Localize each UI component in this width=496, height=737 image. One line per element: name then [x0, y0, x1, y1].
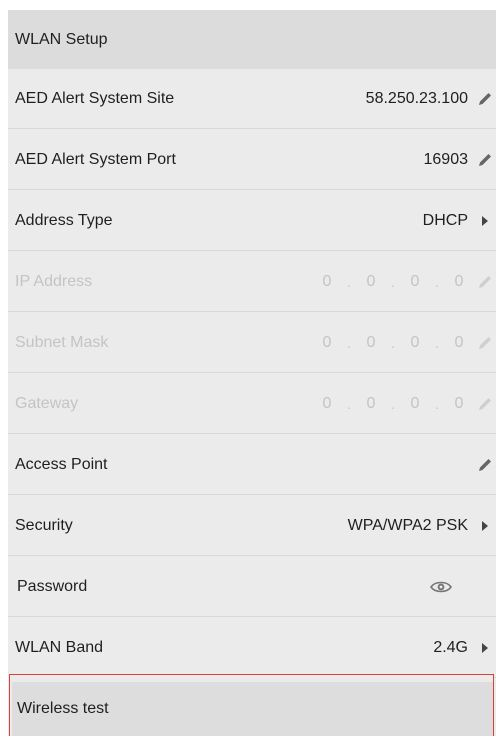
ip-octet: 0	[410, 272, 420, 290]
password-label: Password	[17, 577, 88, 595]
pencil-icon[interactable]	[477, 91, 493, 107]
ip-octet: 0	[454, 394, 464, 412]
row-wlan-band[interactable]: WLAN Band 2.4G	[8, 618, 496, 678]
row-access-point[interactable]: Access Point	[8, 435, 496, 495]
wlan-setup-panel: WLAN Setup AED Alert System Site 58.250.…	[8, 10, 496, 736]
pencil-icon[interactable]	[477, 152, 493, 168]
pencil-icon[interactable]	[477, 457, 493, 473]
row-gateway: Gateway 0 . 0 . 0 . 0	[8, 374, 496, 434]
row-ip-address: IP Address 0 . 0 . 0 . 0	[8, 252, 496, 312]
access-point-label: Access Point	[15, 455, 108, 473]
ip-octet: 0	[322, 272, 332, 290]
wireless-test-button[interactable]: Wireless test	[9, 674, 494, 736]
alert-site-value: 58.250.23.100	[365, 89, 468, 107]
triangle-right-icon[interactable]	[477, 640, 493, 656]
wireless-test-label: Wireless test	[17, 700, 109, 717]
ip-octet: 0	[322, 394, 332, 412]
ip-octet: 0	[410, 394, 420, 412]
wireless-test-inner: Wireless test	[12, 682, 493, 736]
row-security[interactable]: Security WPA/WPA2 PSK	[8, 496, 496, 556]
wlan-band-label: WLAN Band	[15, 638, 104, 656]
pencil-icon	[477, 335, 493, 351]
subnet-mask-field: 0 . 0 . 0 . 0	[320, 334, 466, 352]
ip-octet: 0	[322, 333, 332, 351]
gateway-label: Gateway	[15, 394, 79, 412]
alert-site-label: AED Alert System Site	[15, 89, 175, 107]
alert-port-value: 16903	[423, 150, 469, 168]
triangle-right-icon[interactable]	[477, 518, 493, 534]
ip-octet: 0	[366, 333, 376, 351]
ip-octet: 0	[454, 333, 464, 351]
pencil-icon	[477, 396, 493, 412]
page-title: WLAN Setup	[15, 30, 108, 48]
row-alert-system-port[interactable]: AED Alert System Port 16903	[8, 130, 496, 190]
eye-icon[interactable]	[430, 580, 452, 594]
row-alert-system-site[interactable]: AED Alert System Site 58.250.23.100	[8, 69, 496, 129]
ip-octet: 0	[366, 394, 376, 412]
ip-octet: 0	[366, 272, 376, 290]
ip-octet: 0	[454, 272, 464, 290]
gateway-field: 0 . 0 . 0 . 0	[320, 395, 466, 413]
ip-octet: 0	[410, 333, 420, 351]
row-subnet-mask: Subnet Mask 0 . 0 . 0 . 0	[8, 313, 496, 373]
pencil-icon	[477, 274, 493, 290]
row-address-type[interactable]: Address Type DHCP	[8, 191, 496, 251]
address-type-value: DHCP	[422, 211, 468, 229]
subnet-mask-label: Subnet Mask	[15, 333, 109, 351]
row-password[interactable]: Password	[8, 557, 496, 617]
ip-address-field: 0 . 0 . 0 . 0	[320, 273, 466, 291]
security-value: WPA/WPA2 PSK	[347, 516, 468, 534]
ip-address-label: IP Address	[15, 272, 93, 290]
panel-header: WLAN Setup	[8, 10, 496, 69]
wlan-band-value: 2.4G	[433, 638, 468, 656]
alert-port-label: AED Alert System Port	[15, 150, 176, 168]
triangle-right-icon[interactable]	[477, 213, 493, 229]
security-label: Security	[15, 516, 73, 534]
address-type-label: Address Type	[15, 211, 113, 229]
